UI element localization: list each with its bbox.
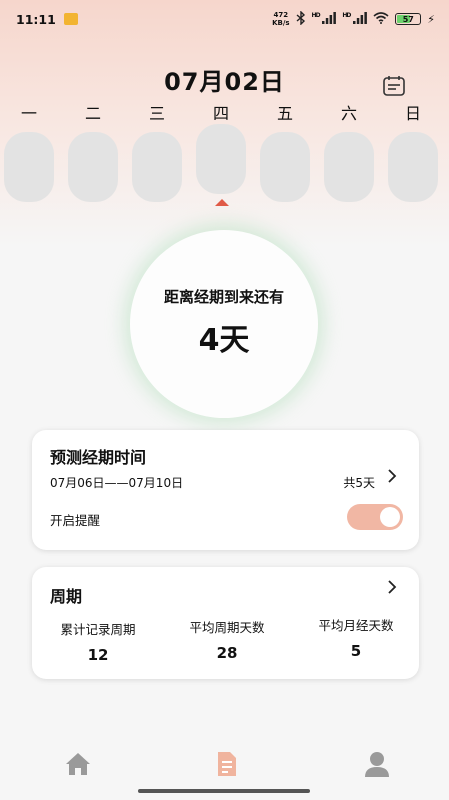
profile-icon[interactable] [362, 750, 392, 778]
status-bar: 11:11 472 KB/s HD HD 57 ⚡ [0, 0, 449, 38]
network-speed-value: 472 [273, 11, 289, 19]
remind-toggle[interactable] [347, 504, 403, 530]
countdown-label: 距离经期到来还有 [163, 287, 284, 306]
home-indicator[interactable] [138, 789, 310, 793]
day-cell-mon[interactable] [4, 132, 54, 202]
prediction-title: 预测经期时间 [50, 448, 147, 467]
day-cell-sun[interactable] [388, 132, 438, 202]
countdown-circle: 距离经期到来还有 4天 [130, 230, 318, 418]
weekday-row: 一 二 三 四 五 六 日 [0, 100, 449, 123]
stat-avg-cycle-days: 平均周期天数 28 [167, 617, 287, 662]
calendar-icon[interactable] [382, 74, 406, 98]
day-cell-wed[interactable] [132, 132, 182, 202]
prediction-total[interactable]: 共5天 [343, 474, 375, 491]
signal-2-label: HD [342, 11, 351, 19]
notification-app-icon [63, 13, 78, 25]
weekday-tue: 二 [84, 104, 101, 123]
cycle-card: 周期 累计记录周期 12 平均周期天数 28 平均月经天数 5 [32, 567, 419, 679]
remind-label: 开启提醒 [50, 513, 101, 528]
day-cell-sat[interactable] [324, 132, 374, 202]
battery-level: 57 [402, 14, 414, 24]
prediction-card: 预测经期时间 07月06日——07月10日 共5天 开启提醒 [32, 430, 419, 550]
charging-icon: ⚡ [427, 12, 435, 26]
day-cell-thu-selected[interactable] [196, 124, 246, 194]
weekday-sat: 六 [340, 104, 357, 123]
stat-avg-period-days-value: 5 [350, 642, 362, 660]
day-cell-tue[interactable] [68, 132, 118, 202]
weekday-fri: 五 [276, 104, 293, 123]
stat-avg-period-days-label: 平均月经天数 [318, 618, 394, 633]
home-icon[interactable] [63, 750, 93, 778]
weekday-wed: 三 [148, 104, 165, 123]
remind-toggle-knob [380, 507, 400, 527]
stat-total-cycles-value: 12 [87, 646, 109, 664]
weekday-thu: 四 [212, 104, 229, 123]
countdown-value: 4天 [198, 322, 250, 358]
weekday-mon: 一 [20, 104, 37, 123]
stat-total-cycles-label: 累计记录周期 [60, 622, 136, 637]
weekday-sun: 日 [404, 104, 421, 123]
network-speed-unit: KB/s [272, 19, 290, 27]
day-cell-fri[interactable] [260, 132, 310, 202]
cycle-chevron-right-icon[interactable] [387, 579, 397, 600]
record-icon[interactable] [213, 750, 243, 778]
battery-indicator: 57 [395, 13, 422, 25]
signal-icon-2: HD [342, 11, 368, 27]
network-speed: 472 KB/s [272, 11, 289, 27]
signal-icon-1: HD [311, 11, 337, 27]
signal-1-label: HD [311, 11, 321, 19]
stat-avg-cycle-days-label: 平均周期天数 [189, 620, 265, 635]
bluetooth-icon [296, 9, 306, 28]
status-time: 11:11 [16, 11, 56, 27]
stat-avg-period-days: 平均月经天数 5 [296, 615, 416, 660]
prediction-chevron-right-icon[interactable] [387, 468, 397, 489]
status-indicators: 472 KB/s HD HD 57 ⚡ [272, 9, 435, 28]
cycle-title: 周期 [50, 587, 83, 606]
prediction-range: 07月06日——07月10日 [50, 476, 184, 490]
stat-avg-cycle-days-value: 28 [216, 644, 238, 662]
wifi-icon [373, 11, 389, 27]
stat-total-cycles: 累计记录周期 12 [38, 619, 158, 664]
selected-day-pointer [215, 199, 229, 206]
